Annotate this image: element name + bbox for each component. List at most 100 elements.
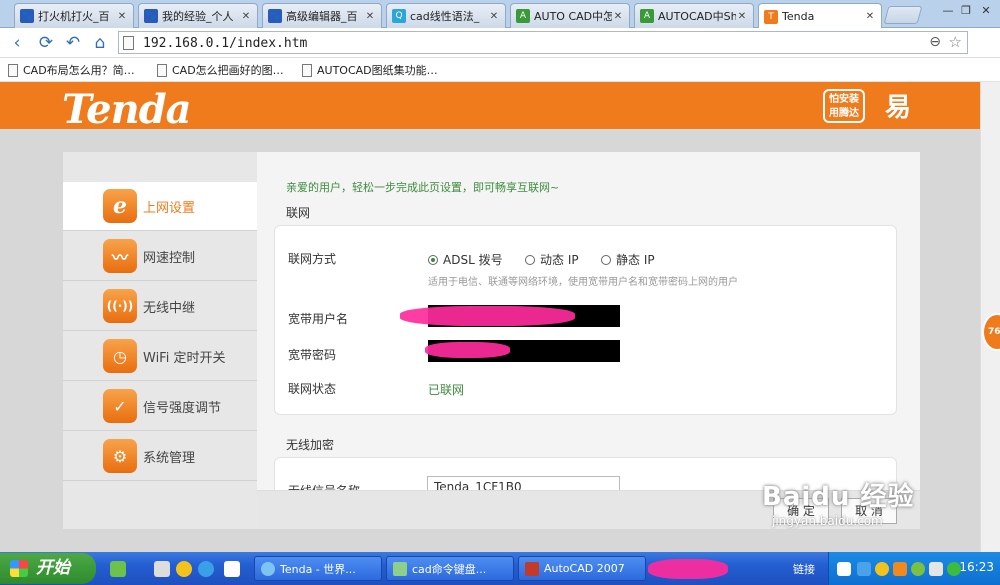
start-button[interactable]: 开始	[0, 553, 96, 584]
install-badge: 怕安装 用腾达	[823, 89, 865, 123]
image-viewer-icon	[393, 561, 407, 576]
radio-label: 动态 IP	[540, 253, 579, 267]
search-q-icon: Q	[392, 9, 406, 23]
sidebar-item-speed[interactable]: 〰 网速控制	[63, 232, 257, 281]
close-icon[interactable]: ✕	[736, 11, 748, 22]
task-tenda[interactable]: Tenda - 世界...	[254, 556, 382, 581]
quicklaunch-app-icon[interactable]	[154, 561, 170, 577]
tab-3[interactable]: 🐾 高级编辑器_百 ✕	[262, 3, 382, 28]
bookmark-3[interactable]: AUTOCAD图纸集功能…	[302, 62, 438, 78]
star-icon[interactable]: ☆	[949, 33, 962, 51]
bookmark-1[interactable]: CAD布局怎么用？简…	[8, 62, 135, 78]
tray-volume-icon[interactable]	[929, 562, 943, 576]
sidebar-item-label: 无线中继	[143, 300, 196, 316]
tab-4[interactable]: Q cad线性语法_ ✕	[386, 3, 506, 28]
username-label: 宽带用户名	[288, 312, 349, 326]
radio-static-ip[interactable]: 静态 IP	[601, 251, 655, 268]
undo-icon[interactable]: ↶	[62, 32, 84, 54]
tab-1[interactable]: 🐾 打火机打火_百 ✕	[14, 3, 134, 28]
home-icon[interactable]: ⌂	[89, 32, 111, 54]
page-icon	[8, 63, 18, 77]
autocad-icon	[525, 561, 539, 576]
browser-icon[interactable]	[198, 561, 214, 577]
bookmark-label: CAD怎么把画好的图…	[172, 64, 284, 77]
tenda-logo: Tenda	[62, 86, 192, 133]
section-title-wifi: 无线加密	[286, 438, 335, 452]
baidu-paw-icon: 🐾	[144, 9, 158, 23]
page-icon	[123, 36, 134, 50]
close-icon[interactable]: ✕	[864, 11, 876, 22]
close-icon[interactable]: ✕	[116, 11, 128, 22]
tab-label: Tenda	[782, 10, 815, 23]
section-title-network: 联网	[286, 206, 311, 220]
task-label: AutoCAD 2007	[544, 562, 625, 575]
close-window-icon[interactable]: ✕	[976, 3, 996, 19]
taskbar: 开始 Tenda - 世界... cad命令键盘... AutoCAD 2007…	[0, 552, 1000, 585]
timer-icon: ◷	[103, 339, 137, 373]
system-tray: 16:23	[828, 552, 1000, 585]
speed-wave-icon: 〰	[103, 239, 137, 273]
conn-type-label: 联网方式	[288, 252, 337, 266]
sidebar-item-relay[interactable]: ((·)) 无线中继	[63, 282, 257, 331]
radio-adsl[interactable]: ADSL 拨号	[428, 251, 503, 268]
task-label: cad命令键盘...	[412, 562, 487, 576]
sidebar-item-system[interactable]: ⚙ 系统管理	[63, 432, 257, 481]
signal-check-icon: ✓	[103, 389, 137, 423]
bookmark-2[interactable]: CAD怎么把画好的图…	[157, 62, 284, 78]
status-value: 已联网	[428, 383, 465, 397]
close-icon[interactable]: ✕	[488, 11, 500, 22]
tab-tenda[interactable]: T Tenda ✕	[758, 3, 882, 29]
redaction-scribble	[648, 559, 728, 579]
tray-router-icon[interactable]	[893, 562, 907, 576]
settings-panel: 亲爱的用户，轻松一步完成此页设置，即可畅享互联网~ 联网 联网方式 ADSL 拨…	[257, 152, 920, 529]
tab-label: 高级编辑器_百	[286, 10, 358, 23]
desktop-icon[interactable]	[224, 561, 240, 577]
baidu-watermark: Baidu 经验 jingyan.baidu.com	[762, 476, 914, 528]
tray-app-icon[interactable]	[837, 562, 851, 576]
password-label: 宽带密码	[288, 348, 337, 362]
radio-dynamic-ip[interactable]: 动态 IP	[525, 251, 579, 268]
task-autocad[interactable]: AutoCAD 2007	[518, 556, 646, 581]
url-input[interactable]: 192.168.0.1/index.htm ⊖ ☆	[118, 31, 968, 54]
links-label[interactable]: 链接	[793, 561, 815, 577]
radio-label: ADSL 拨号	[443, 253, 503, 267]
conn-hint: 适用于电信、联通等网络环境，使用宽带用户名和宽带密码上网的用户	[428, 277, 738, 288]
close-icon[interactable]: ✕	[240, 11, 252, 22]
new-tab-button[interactable]	[883, 6, 923, 24]
qq-icon[interactable]	[176, 561, 192, 577]
tab-2[interactable]: 🐾 我的经验_个人 ✕	[138, 3, 258, 28]
minimize-icon[interactable]: —	[938, 3, 958, 19]
watermark-url: jingyan.baidu.com	[772, 514, 883, 528]
bookmark-label: AUTOCAD图纸集功能…	[317, 64, 438, 77]
tab-5[interactable]: A AUTO CAD中怎 ✕	[510, 3, 630, 28]
task-cad-keys[interactable]: cad命令键盘...	[386, 556, 514, 581]
refresh-icon[interactable]: ⟳	[35, 32, 57, 54]
globe-icon	[261, 561, 275, 576]
zoom-icon[interactable]: ⊖	[929, 34, 941, 50]
network-card: 联网方式 ADSL 拨号 动态 IP 静态 IP 适用于电信、联通等网络环境，使…	[274, 225, 897, 415]
close-icon[interactable]: ✕	[612, 11, 624, 22]
tab-label: 我的经验_个人	[162, 10, 234, 23]
redaction-scribble	[400, 306, 575, 326]
router-header: Tenda 怕安装 用腾达 易	[0, 82, 980, 133]
status-label: 联网状态	[288, 382, 337, 396]
tenda-favicon-icon: T	[764, 9, 778, 24]
site-logo-icon: A	[640, 9, 654, 23]
sidebar-item-label: 上网设置	[143, 200, 196, 216]
tab-label: cad线性语法_	[410, 10, 480, 23]
back-icon[interactable]: ‹	[6, 32, 28, 54]
start-label: 开始	[36, 558, 70, 578]
maximize-icon[interactable]: ❐	[956, 3, 976, 19]
sidebar-item-signal[interactable]: ✓ 信号强度调节	[63, 382, 257, 431]
sidebar-item-wifi-timer[interactable]: ◷ WiFi 定时开关	[63, 332, 257, 381]
tray-qq-icon[interactable]	[875, 562, 889, 576]
quicklaunch-flower-icon[interactable]	[110, 561, 126, 577]
close-icon[interactable]: ✕	[364, 11, 376, 22]
tray-network-icon[interactable]	[857, 562, 871, 576]
tab-6[interactable]: A AUTOCAD中Shi ✕	[634, 3, 754, 28]
sidebar-item-label: 网速控制	[143, 250, 196, 266]
tray-security-icon[interactable]	[911, 562, 925, 576]
sidebar-item-label: 信号强度调节	[143, 400, 222, 416]
sidebar-item-internet[interactable]: e 上网设置	[63, 182, 257, 231]
address-toolbar: ‹ ⟳ ↶ ⌂ 192.168.0.1/index.htm ⊖ ☆	[0, 28, 1000, 58]
